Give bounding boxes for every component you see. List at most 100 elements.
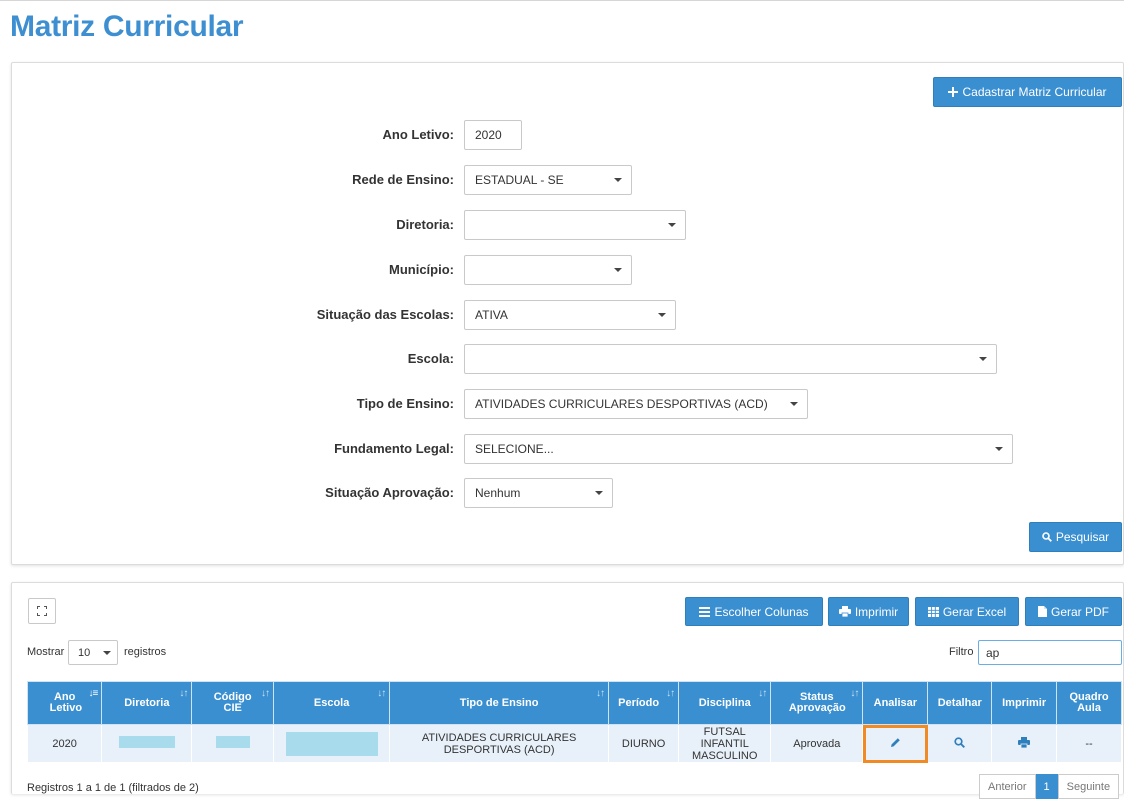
col-status-aprovacao[interactable]: Status Aprovação ↓↑ — [770, 681, 864, 725]
chevron-down-icon — [595, 491, 603, 495]
gerar-excel-button[interactable]: Gerar Excel — [915, 597, 1019, 626]
col-codigo-cie[interactable]: Código CIE ↓↑ — [191, 681, 275, 725]
list-icon — [699, 606, 711, 617]
cell-escola — [273, 724, 391, 763]
pesquisar-button[interactable]: Pesquisar — [1029, 522, 1122, 552]
cell-periodo: DIURNO — [608, 724, 680, 763]
cell-tipo-ensino: ATIVIDADES CURRICULARES DESPORTIVAS (ACD… — [389, 724, 610, 763]
page-title: Matriz Curricular — [10, 10, 244, 43]
redacted-codigo-cie — [215, 736, 250, 748]
col-escola-label: Escola — [313, 696, 350, 709]
rede-ensino-select[interactable]: ESTADUAL - SE — [464, 165, 632, 195]
sort-icon: ↓↑ — [666, 688, 675, 699]
expand-button[interactable] — [28, 598, 56, 624]
situacao-aprovacao-label: Situação Aprovação: — [325, 485, 454, 500]
ano-letivo-label: Ano Letivo: — [382, 127, 455, 142]
search-icon[interactable] — [954, 736, 966, 748]
col-quadro-aula: Quadro Aula — [1056, 681, 1122, 725]
table-row: 2020 ATIVIDADES CURRICULARES DESPORTIVAS… — [26, 724, 1122, 763]
pesquisar-label: Pesquisar — [1055, 530, 1110, 544]
escolher-colunas-button[interactable]: Escolher Colunas — [685, 597, 823, 626]
page-size-value: 10 — [78, 646, 91, 659]
escola-select[interactable] — [464, 344, 997, 374]
cell-ano-letivo: 2020 — [26, 724, 103, 763]
imprimir-label: Imprimir — [854, 604, 899, 619]
diretoria-label: Diretoria: — [396, 217, 454, 232]
col-periodo[interactable]: Período ↓↑ — [608, 681, 680, 725]
records-info: Registros 1 a 1 de 1 (filtrados de 2) — [27, 782, 199, 794]
grid-icon — [927, 606, 939, 617]
diretoria-select[interactable] — [464, 210, 686, 240]
col-escola[interactable]: Escola ↓↑ — [273, 681, 391, 725]
pagination-seguinte[interactable]: Seguinte — [1057, 774, 1120, 799]
cadastrar-label: Cadastrar Matriz Curricular — [962, 85, 1107, 99]
results-table: Ano Letivo ↓≡ Diretoria ↓↑ Código CIE ↓↑ Es… — [26, 681, 1122, 763]
chevron-down-icon — [614, 268, 622, 272]
tipo-ensino-select[interactable]: ATIVIDADES CURRICULARES DESPORTIVAS (ACD… — [464, 389, 808, 419]
col-status-aprovacao-label: Status Aprovação — [788, 691, 846, 714]
chevron-down-icon — [668, 223, 676, 227]
print-icon — [838, 606, 851, 617]
cadastrar-matriz-button[interactable]: Cadastrar Matriz Curricular — [933, 77, 1122, 107]
situacao-escolas-value: ATIVA — [475, 308, 508, 322]
escola-label: Escola: — [407, 351, 454, 366]
situacao-aprovacao-value: Nenhum — [475, 486, 521, 500]
redacted-diretoria — [118, 736, 175, 748]
col-disciplina-label: Disciplina — [698, 696, 751, 709]
imprimir-button[interactable]: Imprimir — [828, 597, 909, 626]
rede-ensino-label: Rede de Ensino: — [352, 172, 454, 187]
tipo-ensino-value: ATIVIDADES CURRICULARES DESPORTIVAS (ACD… — [475, 397, 768, 411]
ano-letivo-value: 2020 — [475, 128, 502, 142]
cell-analisar[interactable] — [862, 724, 929, 763]
top-border — [0, 0, 1124, 1]
escolher-colunas-label: Escolher Colunas — [714, 604, 809, 619]
print-icon[interactable] — [1018, 736, 1031, 748]
col-tipo-ensino-label: Tipo de Ensino — [459, 696, 539, 709]
col-tipo-ensino[interactable]: Tipo de Ensino ↓↑ — [389, 681, 610, 725]
chevron-down-icon — [790, 402, 798, 406]
pagination-page-1[interactable]: 1 — [1035, 774, 1058, 799]
redacted-escola — [285, 731, 378, 756]
chevron-down-icon — [614, 178, 622, 182]
filtro-input[interactable]: ap — [978, 640, 1122, 665]
chevron-down-icon — [979, 357, 987, 361]
sort-icon: ↓↑ — [261, 688, 270, 699]
ano-letivo-input[interactable]: 2020 — [464, 120, 522, 150]
col-codigo-cie-label: Código CIE — [213, 691, 252, 714]
page-size-select[interactable]: 10 — [68, 640, 118, 665]
rede-ensino-value: ESTADUAL - SE — [475, 173, 564, 187]
sort-icon: ↓↑ — [377, 688, 386, 699]
situacao-escolas-label: Situação das Escolas: — [316, 307, 454, 322]
pagination-anterior[interactable]: Anterior — [979, 774, 1036, 799]
col-periodo-label: Período — [618, 696, 660, 709]
col-imprimir: Imprimir — [991, 681, 1058, 725]
col-analisar-label: Analisar — [873, 696, 918, 709]
cell-detalhar[interactable] — [927, 724, 993, 763]
chevron-down-icon — [658, 313, 666, 317]
col-quadro-aula-label: Quadro Aula — [1069, 691, 1109, 714]
filtro-value: ap — [986, 645, 1000, 660]
fundamento-legal-select[interactable]: SELECIONE... — [464, 434, 1013, 464]
col-detalhar-label: Detalhar — [937, 696, 982, 709]
registros-label: registros — [124, 646, 167, 658]
col-disciplina[interactable]: Disciplina ↓↑ — [678, 681, 772, 725]
sort-icon: ↓↑ — [758, 688, 767, 699]
col-diretoria-label: Diretoria — [124, 696, 170, 709]
plus-icon — [948, 87, 959, 97]
municipio-select[interactable] — [464, 255, 632, 285]
situacao-aprovacao-select[interactable]: Nenhum — [464, 478, 613, 508]
col-ano-letivo[interactable]: Ano Letivo ↓≡ — [26, 681, 103, 725]
sort-icon: ↓≡ — [88, 688, 98, 699]
gerar-excel-label: Gerar Excel — [942, 604, 1007, 619]
pencil-icon[interactable] — [890, 737, 901, 748]
cell-diretoria — [101, 724, 193, 763]
situacao-escolas-select[interactable]: ATIVA — [464, 300, 676, 330]
col-diretoria[interactable]: Diretoria ↓↑ — [101, 681, 193, 725]
col-detalhar: Detalhar — [927, 681, 993, 725]
gerar-pdf-button[interactable]: Gerar PDF — [1025, 597, 1122, 626]
cell-status-aprovacao: Aprovada — [770, 724, 864, 763]
cell-codigo-cie — [191, 724, 275, 763]
cell-imprimir[interactable] — [991, 724, 1058, 763]
filtro-label: Filtro — [949, 646, 974, 658]
cell-quadro-aula: -- — [1056, 724, 1122, 763]
